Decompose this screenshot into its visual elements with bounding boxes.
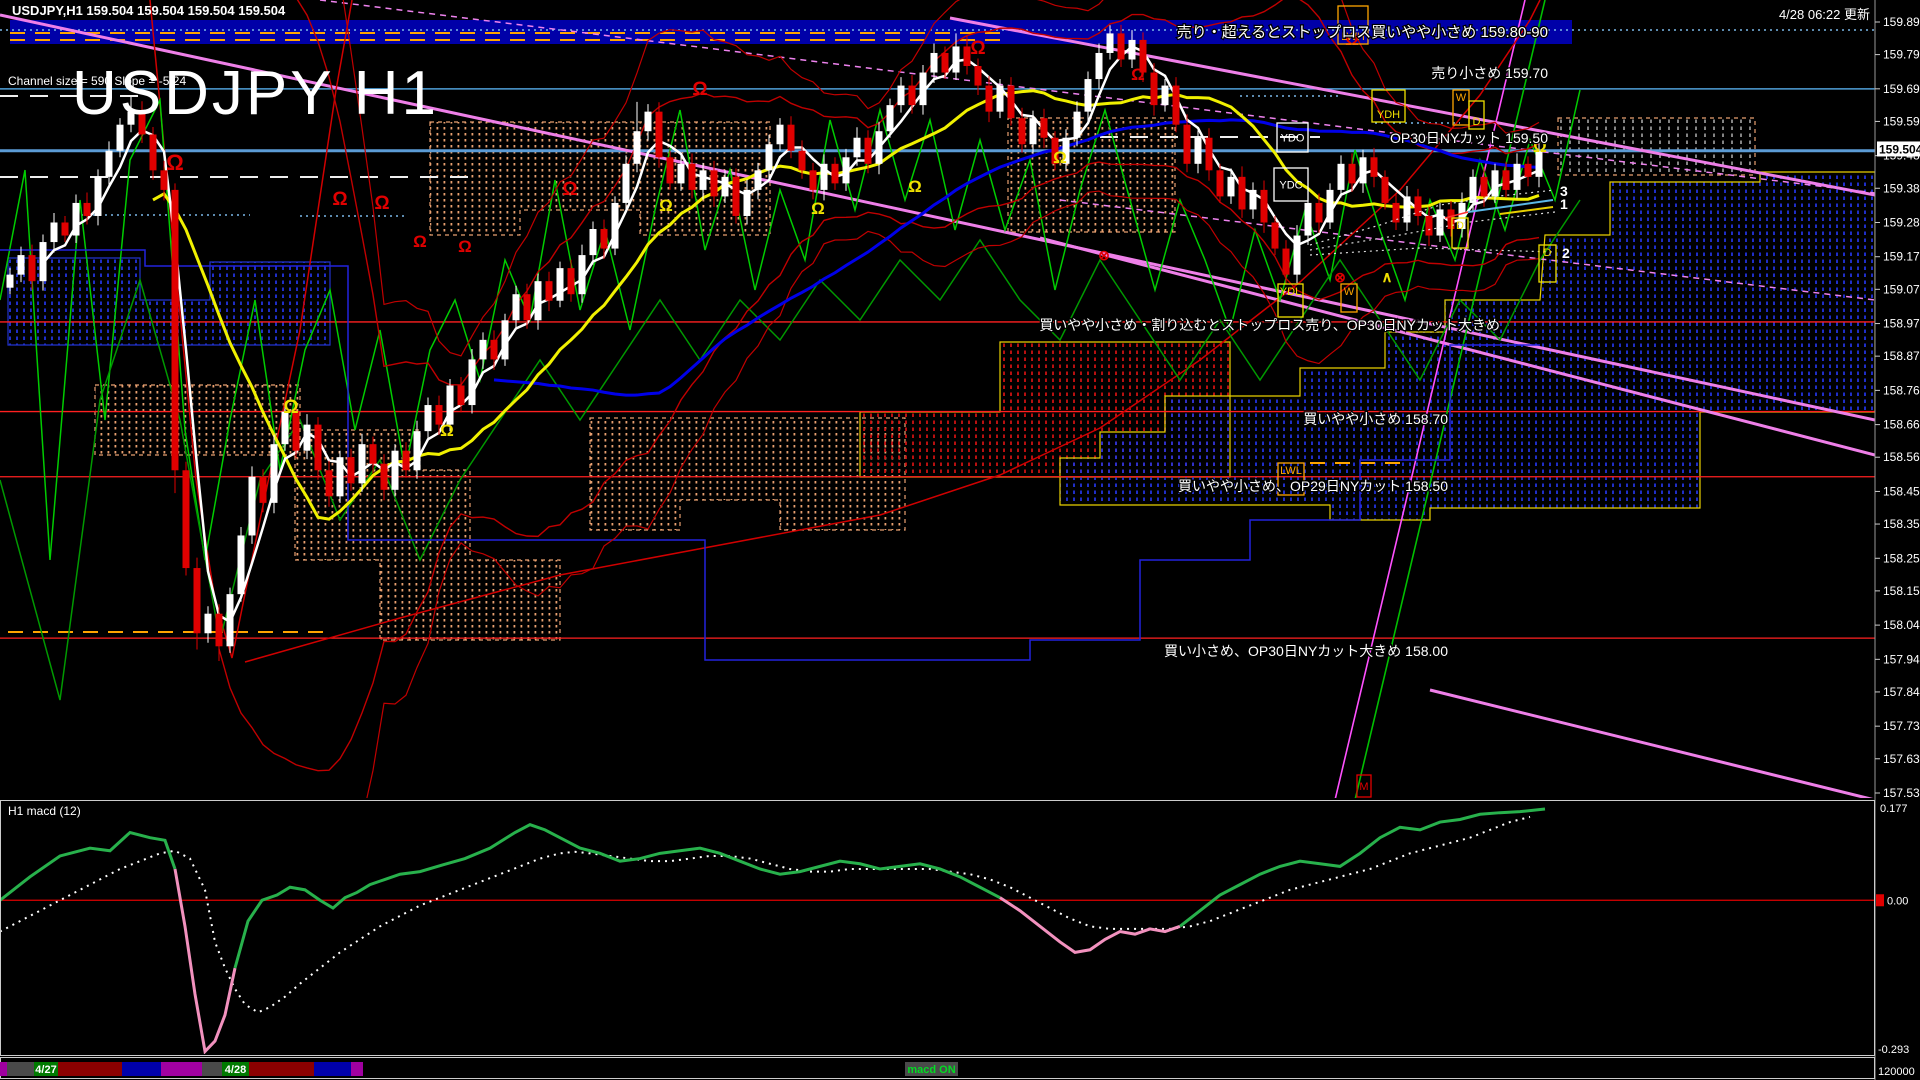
svg-text:Ω: Ω <box>692 79 707 100</box>
svg-text:158.970: 158.970 <box>1883 317 1920 331</box>
svg-text:158.660: 158.660 <box>1883 418 1920 432</box>
svg-text:⊗: ⊗ <box>1098 247 1110 263</box>
svg-text:Ω: Ω <box>659 196 673 215</box>
svg-text:4/27: 4/27 <box>35 1064 56 1076</box>
svg-text:157.530: 157.530 <box>1883 786 1920 800</box>
svg-text:159.175: 159.175 <box>1883 250 1920 264</box>
svg-text:157.840: 157.840 <box>1883 685 1920 699</box>
svg-text:157.635: 157.635 <box>1883 752 1920 766</box>
svg-text:158.355: 158.355 <box>1883 517 1920 531</box>
trading-chart-window: Ω Ω Ω Ω Ω Ω Ω Ω Ω Ω Ω Ω Ω Ω Ω Ω Ω ∧ ⊗ ⊗ LWH YDH W D YDO YDC D D YDL W… <box>0 0 1920 1080</box>
svg-text:158.150: 158.150 <box>1883 584 1920 598</box>
macd-indicator-label: H1 macd (12) <box>8 804 81 818</box>
last-updated-timestamp: 4/28 06:22 更新 <box>1778 7 1870 22</box>
svg-text:Ω: Ω <box>332 189 347 210</box>
svg-text:159.075: 159.075 <box>1883 282 1920 296</box>
svg-text:∧: ∧ <box>1382 269 1393 286</box>
svg-text:YDO: YDO <box>1281 133 1305 145</box>
svg-text:M: M <box>1359 781 1368 793</box>
svg-text:D: D <box>1456 220 1464 232</box>
svg-text:159.895: 159.895 <box>1883 15 1920 29</box>
svg-text:159.280: 159.280 <box>1883 215 1920 229</box>
svg-text:158.250: 158.250 <box>1883 551 1920 565</box>
svg-text:Ω: Ω <box>413 232 427 251</box>
svg-text:買い小さめ、OP30日NYカット大きめ 158.00: 買い小さめ、OP30日NYカット大きめ 158.00 <box>1164 643 1448 659</box>
price-chart[interactable]: ΩΩ ΩΩ ΩΩΩΩΩΩΩΩΩ ΩΩΩΩ∧⊗⊗LWHYDHWDYDOYDCDDYDL W… <box>0 0 1920 1080</box>
svg-text:⊗: ⊗ <box>1334 269 1346 285</box>
svg-text:120000: 120000 <box>1878 1066 1915 1078</box>
svg-text:売り・超えるとストップロス買いやや小さめ 159.80-90: 売り・超えるとストップロス買いやや小さめ 159.80-90 <box>1177 24 1548 41</box>
svg-text:W: W <box>1456 92 1467 104</box>
svg-text:Ω: Ω <box>374 193 389 214</box>
macd-pane[interactable]: 0.177 0.00 -0.293 <box>0 800 1909 1057</box>
svg-text:Ω: Ω <box>908 177 922 196</box>
svg-text:1: 1 <box>1560 196 1568 212</box>
svg-text:買いやや小さめ、OP29日NYカット 158.50: 買いやや小さめ、OP29日NYカット 158.50 <box>1178 478 1448 494</box>
chart-watermark: USDJPY H1 <box>72 59 439 128</box>
symbol-title: USDJPY,H1 159.504 159.504 159.504 159.50… <box>12 3 286 18</box>
svg-text:D: D <box>1473 116 1481 128</box>
main-chart-pane[interactable]: ΩΩ ΩΩ ΩΩΩΩΩΩΩΩΩ ΩΩΩΩ∧⊗⊗LWHYDHWDYDOYDCDDYDL W… <box>0 0 1875 937</box>
ichimoku-clouds <box>7 117 1875 641</box>
svg-text:YDC: YDC <box>1279 180 1302 192</box>
svg-text:158.765: 158.765 <box>1883 383 1920 397</box>
svg-text:157.735: 157.735 <box>1883 719 1920 733</box>
svg-text:-0.293: -0.293 <box>1878 1044 1909 1056</box>
svg-text:買いやや小さめ・割り込むとストップロス売り、OP30日NYカ: 買いやや小さめ・割り込むとストップロス売り、OP30日NYカット大きめ <box>1039 317 1500 333</box>
svg-text:W: W <box>1344 286 1355 298</box>
svg-text:YDH: YDH <box>1377 109 1400 121</box>
svg-text:159.504: 159.504 <box>1879 142 1920 156</box>
svg-text:買いやや小さめ 158.70: 買いやや小さめ 158.70 <box>1303 411 1448 427</box>
svg-text:Ω: Ω <box>440 421 454 440</box>
svg-text:157.940: 157.940 <box>1883 652 1920 666</box>
svg-text:Ω: Ω <box>1053 148 1067 167</box>
svg-text:OP30日NYカット 159.50: OP30日NYカット 159.50 <box>1390 130 1548 146</box>
svg-text:158.455: 158.455 <box>1883 484 1920 498</box>
svg-text:159.385: 159.385 <box>1883 181 1920 195</box>
timeline-strip[interactable]: 4/27 4/28 macd ON 120000 <box>0 1057 1915 1079</box>
svg-text:Ω: Ω <box>166 150 184 175</box>
svg-text:macd ON: macd ON <box>907 1064 955 1076</box>
channel-info-label: Channel size = 590 Slope = -5.24 <box>8 74 187 88</box>
svg-text:LWL: LWL <box>1280 465 1302 477</box>
svg-text:Ω: Ω <box>458 237 472 256</box>
svg-text:159.590: 159.590 <box>1883 114 1920 128</box>
svg-text:Ω: Ω <box>970 38 985 59</box>
svg-text:D: D <box>1544 247 1552 259</box>
svg-text:Ω: Ω <box>811 199 825 218</box>
svg-text:4/28: 4/28 <box>225 1064 246 1076</box>
svg-text:Ω: Ω <box>283 397 298 418</box>
svg-text:Ω: Ω <box>1131 65 1145 84</box>
svg-text:2: 2 <box>1562 245 1570 261</box>
price-axis[interactable]: 159.895159.795159.690159.590159.485159.3… <box>1874 0 1920 1080</box>
svg-text:159.795: 159.795 <box>1883 48 1920 62</box>
svg-text:YDL: YDL <box>1280 286 1301 298</box>
svg-text:158.870: 158.870 <box>1883 349 1920 363</box>
svg-text:売り小さめ 159.70: 売り小さめ 159.70 <box>1431 65 1548 81</box>
svg-text:158.560: 158.560 <box>1883 450 1920 464</box>
svg-text:159.690: 159.690 <box>1883 82 1920 96</box>
svg-text:0.00: 0.00 <box>1887 895 1908 907</box>
svg-text:0.177: 0.177 <box>1880 803 1908 815</box>
svg-text:158.045: 158.045 <box>1883 618 1920 632</box>
svg-text:Ω: Ω <box>562 179 577 200</box>
